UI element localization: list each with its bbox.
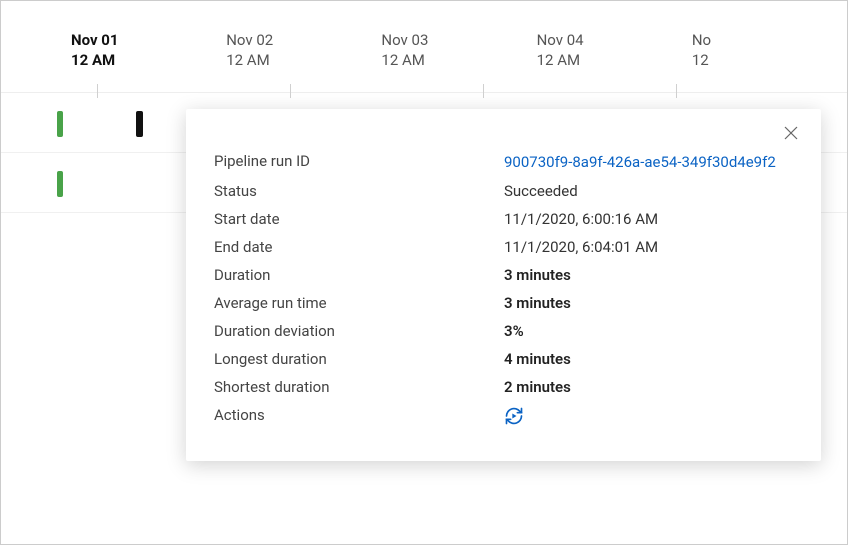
time-label: 12 AM bbox=[381, 51, 536, 71]
refresh-icon bbox=[504, 406, 524, 430]
label: Start date bbox=[214, 210, 504, 228]
label: Longest duration bbox=[214, 350, 504, 368]
pipeline-run-id-link[interactable]: 900730f9-8a9f-426a-ae54-349f30d4e9f2 bbox=[504, 152, 793, 172]
row-start-date: Start date 11/1/2020, 6:00:16 AM bbox=[214, 205, 793, 233]
timeline-date-nov05: No 12 bbox=[692, 31, 847, 92]
date-label: Nov 03 bbox=[381, 31, 428, 49]
value: Succeeded bbox=[504, 182, 793, 200]
row-deviation: Duration deviation 3% bbox=[214, 317, 793, 345]
row-longest: Longest duration 4 minutes bbox=[214, 345, 793, 373]
row-status: Status Succeeded bbox=[214, 177, 793, 205]
value: 3% bbox=[504, 322, 793, 340]
value: 11/1/2020, 6:04:01 AM bbox=[504, 238, 793, 256]
pipeline-run-bar-selected[interactable] bbox=[136, 111, 143, 137]
label: Pipeline run ID bbox=[214, 152, 504, 170]
rerun-button[interactable] bbox=[504, 406, 524, 430]
row-actions: Actions bbox=[214, 401, 793, 435]
label: Shortest duration bbox=[214, 378, 504, 396]
label: Duration bbox=[214, 266, 504, 284]
row-avg-runtime: Average run time 3 minutes bbox=[214, 289, 793, 317]
pipeline-run-tooltip: Pipeline run ID 900730f9-8a9f-426a-ae54-… bbox=[186, 109, 821, 461]
pipeline-run-bar[interactable] bbox=[57, 171, 63, 197]
time-label: 12 AM bbox=[71, 51, 226, 71]
label: Status bbox=[214, 182, 504, 200]
value: 2 minutes bbox=[504, 378, 793, 396]
label: Duration deviation bbox=[214, 322, 504, 340]
date-label: Nov 04 bbox=[537, 31, 584, 49]
value: 3 minutes bbox=[504, 266, 793, 284]
row-duration: Duration 3 minutes bbox=[214, 261, 793, 289]
value: 3 minutes bbox=[504, 294, 793, 312]
row-pipeline-run-id: Pipeline run ID 900730f9-8a9f-426a-ae54-… bbox=[214, 147, 793, 177]
date-label: Nov 02 bbox=[226, 31, 273, 49]
label: End date bbox=[214, 238, 504, 256]
label: Actions bbox=[214, 406, 504, 424]
timeline-date-nov01: Nov 01 12 AM bbox=[71, 31, 226, 92]
row-shortest: Shortest duration 2 minutes bbox=[214, 373, 793, 401]
label: Average run time bbox=[214, 294, 504, 312]
date-label: Nov 01 bbox=[71, 31, 118, 49]
time-label: 12 bbox=[692, 51, 847, 71]
close-button[interactable] bbox=[783, 125, 803, 145]
timeline-date-nov04: Nov 04 12 AM bbox=[537, 31, 692, 92]
close-icon bbox=[783, 126, 799, 145]
pipeline-run-bar[interactable] bbox=[57, 111, 63, 137]
time-label: 12 AM bbox=[537, 51, 692, 71]
value: 4 minutes bbox=[504, 350, 793, 368]
value: 11/1/2020, 6:00:16 AM bbox=[504, 210, 793, 228]
row-end-date: End date 11/1/2020, 6:04:01 AM bbox=[214, 233, 793, 261]
timeline-date-nov02: Nov 02 12 AM bbox=[226, 31, 381, 92]
date-label: No bbox=[692, 31, 711, 49]
timeline-date-nov03: Nov 03 12 AM bbox=[381, 31, 536, 92]
time-label: 12 AM bbox=[226, 51, 381, 71]
timeline-header: Nov 01 12 AM Nov 02 12 AM Nov 03 12 AM N… bbox=[1, 1, 847, 93]
